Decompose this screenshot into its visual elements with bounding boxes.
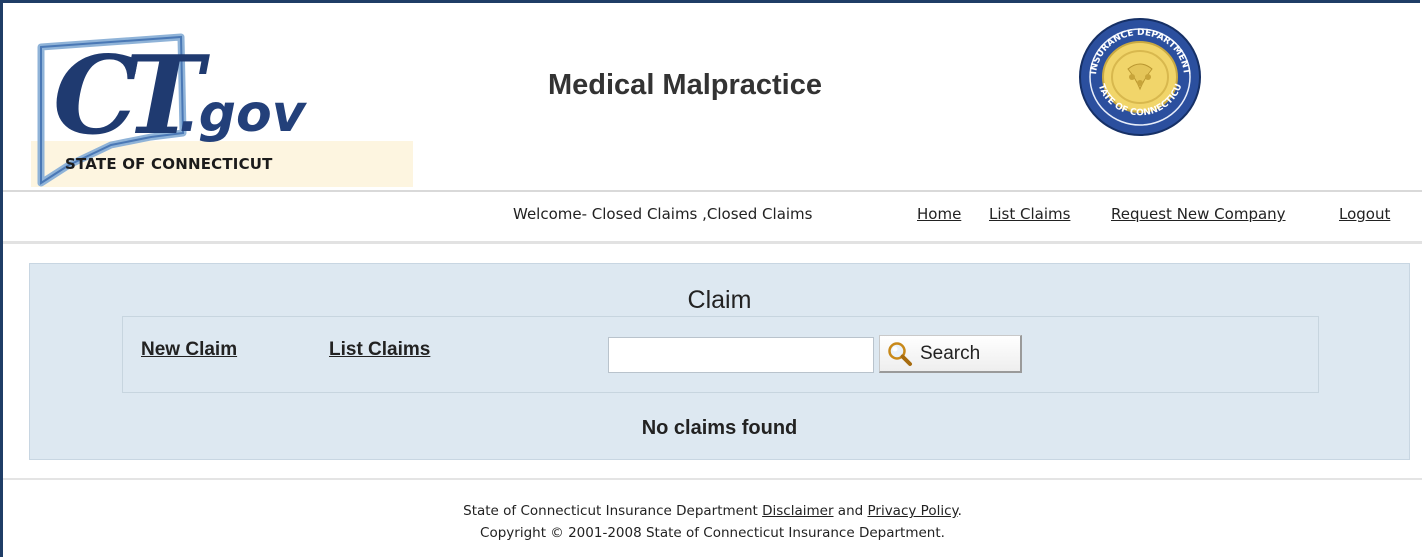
page-header: C T .gov STATE OF CONNECTICUT Medical Ma… <box>3 3 1422 191</box>
state-seal-icon: INSURANCE DEPARTMENT STATE OF CONNECTICU… <box>1078 17 1201 136</box>
footer-period: . <box>957 503 962 519</box>
claim-panel: Claim New Claim List Claims Search No cl… <box>29 263 1410 460</box>
nav-list-claims-link[interactable]: List Claims <box>989 205 1070 223</box>
logo-subtitle: STATE OF CONNECTICUT <box>65 155 273 173</box>
search-button[interactable]: Search <box>879 335 1022 373</box>
svg-text:.gov: .gov <box>179 84 308 144</box>
panel-title: Claim <box>687 286 752 314</box>
footer-line-1: State of Connecticut Insurance Departmen… <box>3 500 1422 522</box>
ct-gov-logo[interactable]: C T .gov STATE OF CONNECTICUT <box>31 15 413 187</box>
top-nav: Welcome- Closed Claims ,Closed Claims Ho… <box>3 192 1422 240</box>
status-message: No claims found <box>641 417 798 439</box>
nav-home-link[interactable]: Home <box>917 205 961 223</box>
privacy-policy-link[interactable]: Privacy Policy <box>867 503 957 519</box>
welcome-text: Welcome- Closed Claims ,Closed Claims <box>513 205 813 223</box>
copyright-text: Copyright © 2001-2008 State of Connectic… <box>480 525 945 541</box>
nav-request-new-company-link[interactable]: Request New Company <box>1111 205 1286 223</box>
claim-actions-box: New Claim List Claims Search <box>122 316 1319 393</box>
search-button-label: Search <box>920 342 981 364</box>
footer-text: State of Connecticut Insurance Departmen… <box>463 503 763 519</box>
list-claims-link[interactable]: List Claims <box>329 339 430 361</box>
footer-and: and <box>833 503 868 519</box>
magnifier-icon <box>888 341 912 366</box>
app-title: Medical Malpractice <box>548 69 822 101</box>
disclaimer-link[interactable]: Disclaimer <box>762 503 833 519</box>
footer-divider <box>3 478 1422 480</box>
search-input[interactable] <box>608 337 874 373</box>
nav-divider <box>3 241 1422 244</box>
nav-logout-link[interactable]: Logout <box>1339 205 1390 223</box>
page-footer: State of Connecticut Insurance Departmen… <box>3 500 1422 544</box>
new-claim-link[interactable]: New Claim <box>141 339 237 361</box>
